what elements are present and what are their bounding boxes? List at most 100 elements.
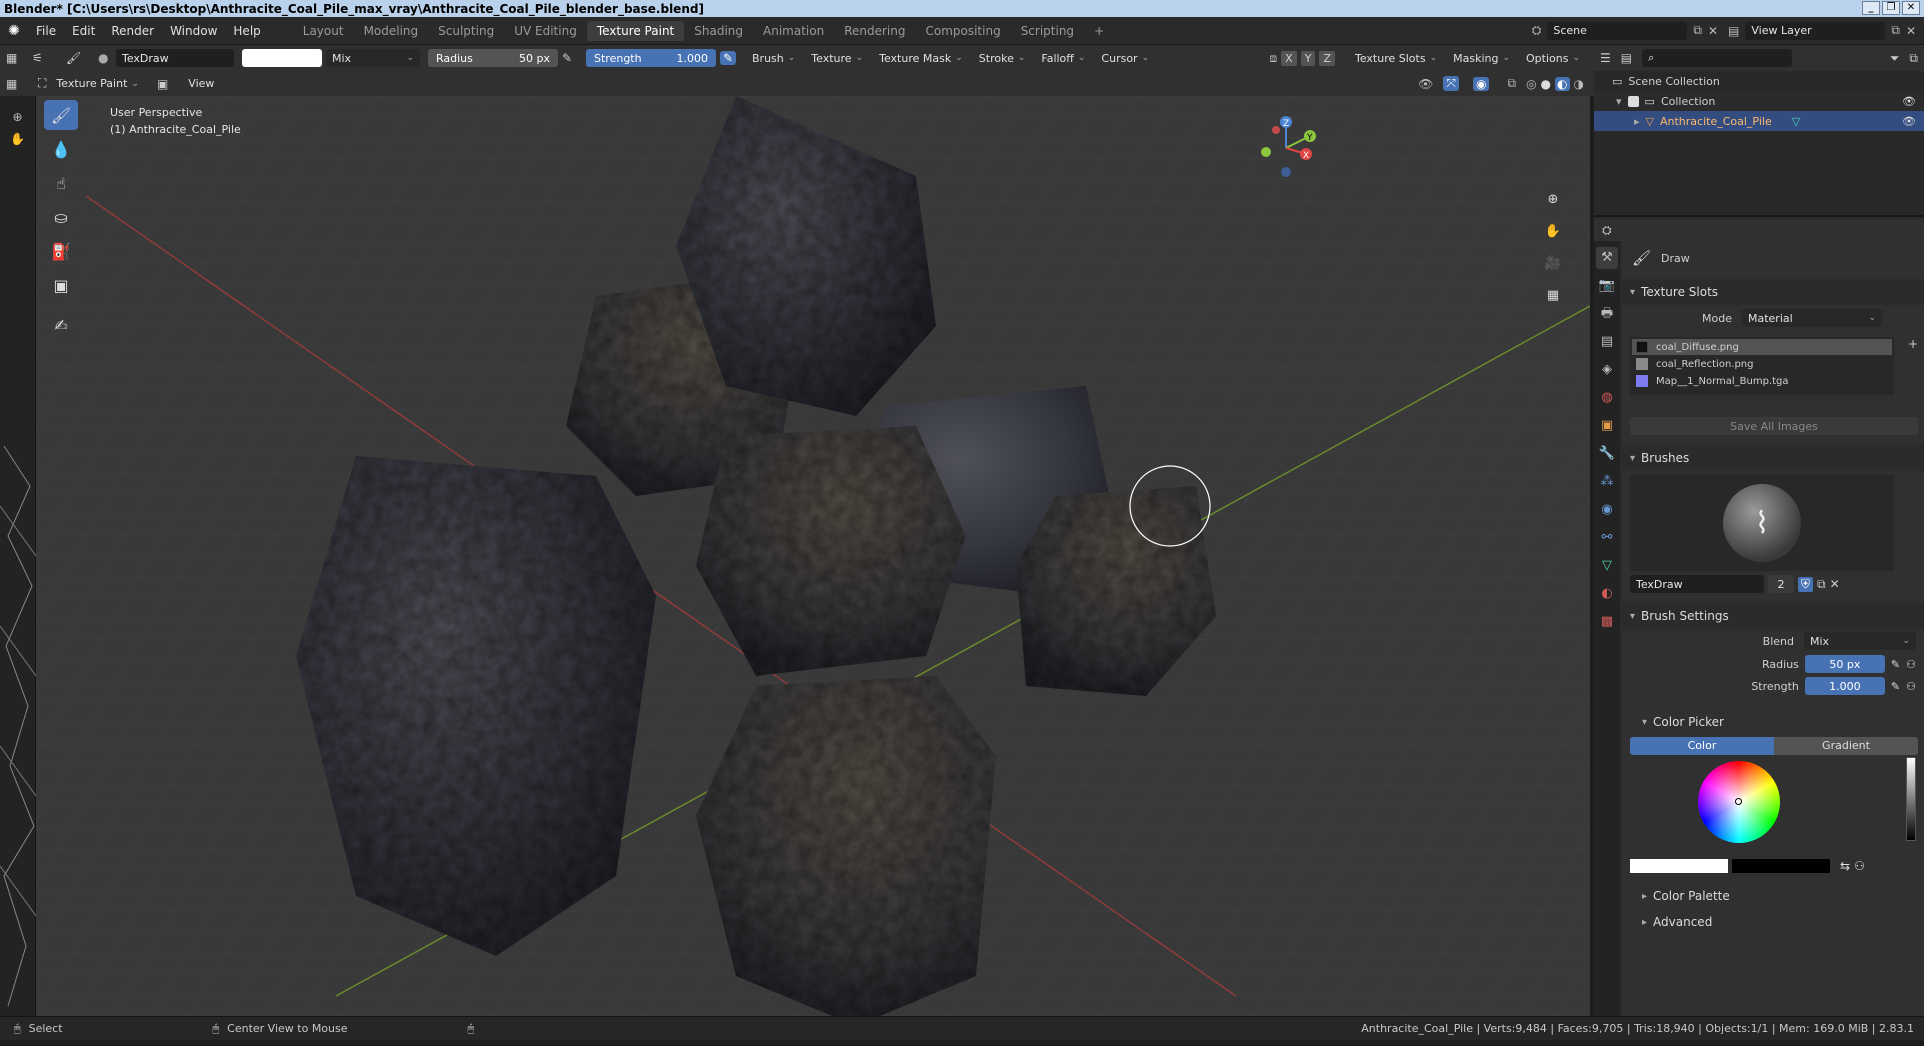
- tab-uv-editing[interactable]: UV Editing: [504, 21, 587, 41]
- solid-shading-icon[interactable]: ●: [1541, 77, 1551, 91]
- physics-tab-icon[interactable]: ◉: [1596, 499, 1618, 521]
- mask-tool-icon[interactable]: ▣: [44, 270, 78, 300]
- outliner-row-collection[interactable]: ▾ ▭ Collection 👁: [1594, 91, 1924, 111]
- secondary-color-swatch[interactable]: [1732, 859, 1830, 873]
- grid-view-icon[interactable]: ▦: [1540, 282, 1566, 308]
- color-mode-tab[interactable]: Color: [1630, 737, 1774, 755]
- xray-icon[interactable]: ⧉: [1507, 76, 1516, 91]
- save-all-images-button[interactable]: Save All Images: [1630, 417, 1918, 435]
- strength-pressure-icon[interactable]: ✎: [720, 51, 736, 65]
- add-workspace-icon[interactable]: +: [1084, 21, 1114, 41]
- options-menu[interactable]: Options: [1520, 49, 1586, 67]
- menu-help[interactable]: Help: [225, 24, 268, 38]
- radius-unit-icon[interactable]: ⚇: [1906, 658, 1916, 671]
- visibility-eye-icon[interactable]: 👁: [1902, 95, 1916, 108]
- brush-preview-box[interactable]: ⌇: [1630, 475, 1894, 571]
- brush-blend-dropdown[interactable]: Mix: [1804, 632, 1916, 650]
- brush-strength-slider[interactable]: 1.000: [1804, 677, 1885, 695]
- view-layer-tab-icon[interactable]: ▤: [1596, 331, 1618, 353]
- color-swatch[interactable]: [242, 49, 322, 67]
- new-scene-icon[interactable]: ⧉: [1693, 23, 1702, 38]
- brushes-header[interactable]: Brushes: [1622, 445, 1924, 471]
- brush-name-field[interactable]: TexDraw: [116, 49, 234, 67]
- checkbox-icon[interactable]: [1627, 95, 1639, 107]
- axis-x-toggle[interactable]: X: [1281, 50, 1297, 66]
- fake-user-icon[interactable]: ⛨: [1798, 576, 1814, 592]
- expand-icon[interactable]: ▾: [1616, 95, 1622, 108]
- remove-view-layer-icon[interactable]: ✕: [1906, 24, 1916, 38]
- radius-pressure-icon[interactable]: ✎: [562, 51, 578, 65]
- tab-compositing[interactable]: Compositing: [915, 21, 1010, 41]
- new-collection-icon[interactable]: ⧉: [1909, 51, 1918, 66]
- display-mode-icon[interactable]: ▤: [1621, 51, 1632, 65]
- camera-view-icon[interactable]: 🎥: [1540, 250, 1566, 276]
- brush-datablock-name[interactable]: TexDraw: [1630, 575, 1764, 593]
- radius-slider[interactable]: Radius 50 px: [428, 49, 558, 67]
- annotate-tool-icon[interactable]: ✍: [44, 310, 78, 340]
- constraints-tab-icon[interactable]: ⚯: [1596, 527, 1618, 549]
- filter-icon[interactable]: ⏷: [1890, 51, 1900, 66]
- minimize-button[interactable]: _: [1862, 1, 1880, 15]
- color-picker-header[interactable]: Color Picker: [1622, 709, 1924, 735]
- swap-colors-icon[interactable]: ⇆: [1840, 859, 1850, 873]
- axis-y-toggle[interactable]: Y: [1300, 50, 1316, 66]
- view-layer-selector[interactable]: View Layer: [1745, 21, 1886, 40]
- duplicate-brush-icon[interactable]: ⧉: [1817, 577, 1826, 592]
- menu-render[interactable]: Render: [103, 24, 162, 38]
- stroke-menu[interactable]: Stroke: [973, 49, 1032, 67]
- tab-shading[interactable]: Shading: [684, 21, 753, 41]
- texture-menu[interactable]: Texture: [805, 49, 869, 67]
- particles-tab-icon[interactable]: ⁂: [1596, 471, 1618, 493]
- unlink-brush-icon[interactable]: ✕: [1830, 577, 1840, 591]
- object-tab-icon[interactable]: ▣: [1596, 415, 1618, 437]
- smear-tool-icon[interactable]: ☝: [44, 168, 78, 198]
- view-layer-icon[interactable]: ▤: [1728, 24, 1739, 38]
- texture-slots-header[interactable]: Texture Slots: [1622, 279, 1924, 305]
- outliner-search[interactable]: ⌕: [1642, 49, 1793, 67]
- editor-type-icon[interactable]: ▦: [6, 77, 34, 91]
- paint-mask-icon[interactable]: ▣: [157, 77, 168, 91]
- radius-pressure-icon[interactable]: ✎: [1891, 658, 1900, 671]
- scene-tab-icon[interactable]: ◈: [1596, 359, 1618, 381]
- cursor-menu[interactable]: Cursor: [1095, 49, 1155, 67]
- mode-dropdown[interactable]: Texture Paint: [50, 75, 145, 93]
- outliner-row-scene-collection[interactable]: ▭ Scene Collection: [1594, 71, 1924, 91]
- brush-menu[interactable]: Brush: [746, 49, 801, 67]
- tab-layout[interactable]: Layout: [293, 21, 354, 41]
- zoom-icon[interactable]: ⊕: [0, 110, 35, 124]
- texture-slot-item[interactable]: coal_Diffuse.png: [1632, 339, 1892, 355]
- outliner-editor-icon[interactable]: ☰: [1600, 51, 1611, 65]
- properties-editor-icon[interactable]: ⛭: [1602, 223, 1612, 238]
- tab-modeling[interactable]: Modeling: [354, 21, 429, 41]
- pan-view-icon[interactable]: ✋: [1540, 218, 1566, 244]
- texture-slots-menu[interactable]: Texture Slots: [1349, 49, 1443, 67]
- hand-icon[interactable]: ✋: [0, 132, 35, 146]
- maximize-button[interactable]: ❐: [1882, 1, 1900, 15]
- new-view-layer-icon[interactable]: ⧉: [1891, 23, 1900, 38]
- render-tab-icon[interactable]: 📷: [1596, 275, 1618, 297]
- strength-unit-icon[interactable]: ⚇: [1906, 680, 1916, 693]
- axis-z-toggle[interactable]: Z: [1319, 50, 1335, 66]
- add-slot-icon[interactable]: +: [1908, 337, 1918, 351]
- strength-slider[interactable]: Strength 1.000: [586, 49, 716, 67]
- strength-pressure-icon[interactable]: ✎: [1891, 680, 1900, 693]
- slot-mode-dropdown[interactable]: Material: [1741, 309, 1882, 327]
- material-shading-icon[interactable]: ◐: [1555, 76, 1570, 91]
- tab-sculpting[interactable]: Sculpting: [428, 21, 504, 41]
- texture-mask-menu[interactable]: Texture Mask: [873, 49, 969, 67]
- tab-texture-paint[interactable]: Texture Paint: [586, 20, 685, 41]
- blender-logo-icon[interactable]: ✺: [0, 23, 28, 39]
- blend-dropdown[interactable]: Mix: [326, 49, 420, 67]
- tool-icon[interactable]: ⚟: [32, 51, 62, 65]
- overlay-toggle-icon[interactable]: ◉: [1473, 76, 1490, 91]
- scene-selector[interactable]: Scene: [1547, 21, 1688, 40]
- color-wheel[interactable]: [1698, 761, 1780, 843]
- tab-animation[interactable]: Animation: [753, 21, 834, 41]
- draw-tool-icon[interactable]: 🖌: [44, 100, 78, 130]
- fill-tool-icon[interactable]: ⛽: [44, 236, 78, 266]
- output-tab-icon[interactable]: 🖶: [1596, 303, 1618, 325]
- expand-icon[interactable]: ▸: [1634, 115, 1640, 128]
- scene-icon[interactable]: ⛭: [1532, 23, 1542, 38]
- remove-scene-icon[interactable]: ✕: [1708, 24, 1718, 38]
- texture-slot-item[interactable]: coal_Reflection.png: [1632, 356, 1892, 372]
